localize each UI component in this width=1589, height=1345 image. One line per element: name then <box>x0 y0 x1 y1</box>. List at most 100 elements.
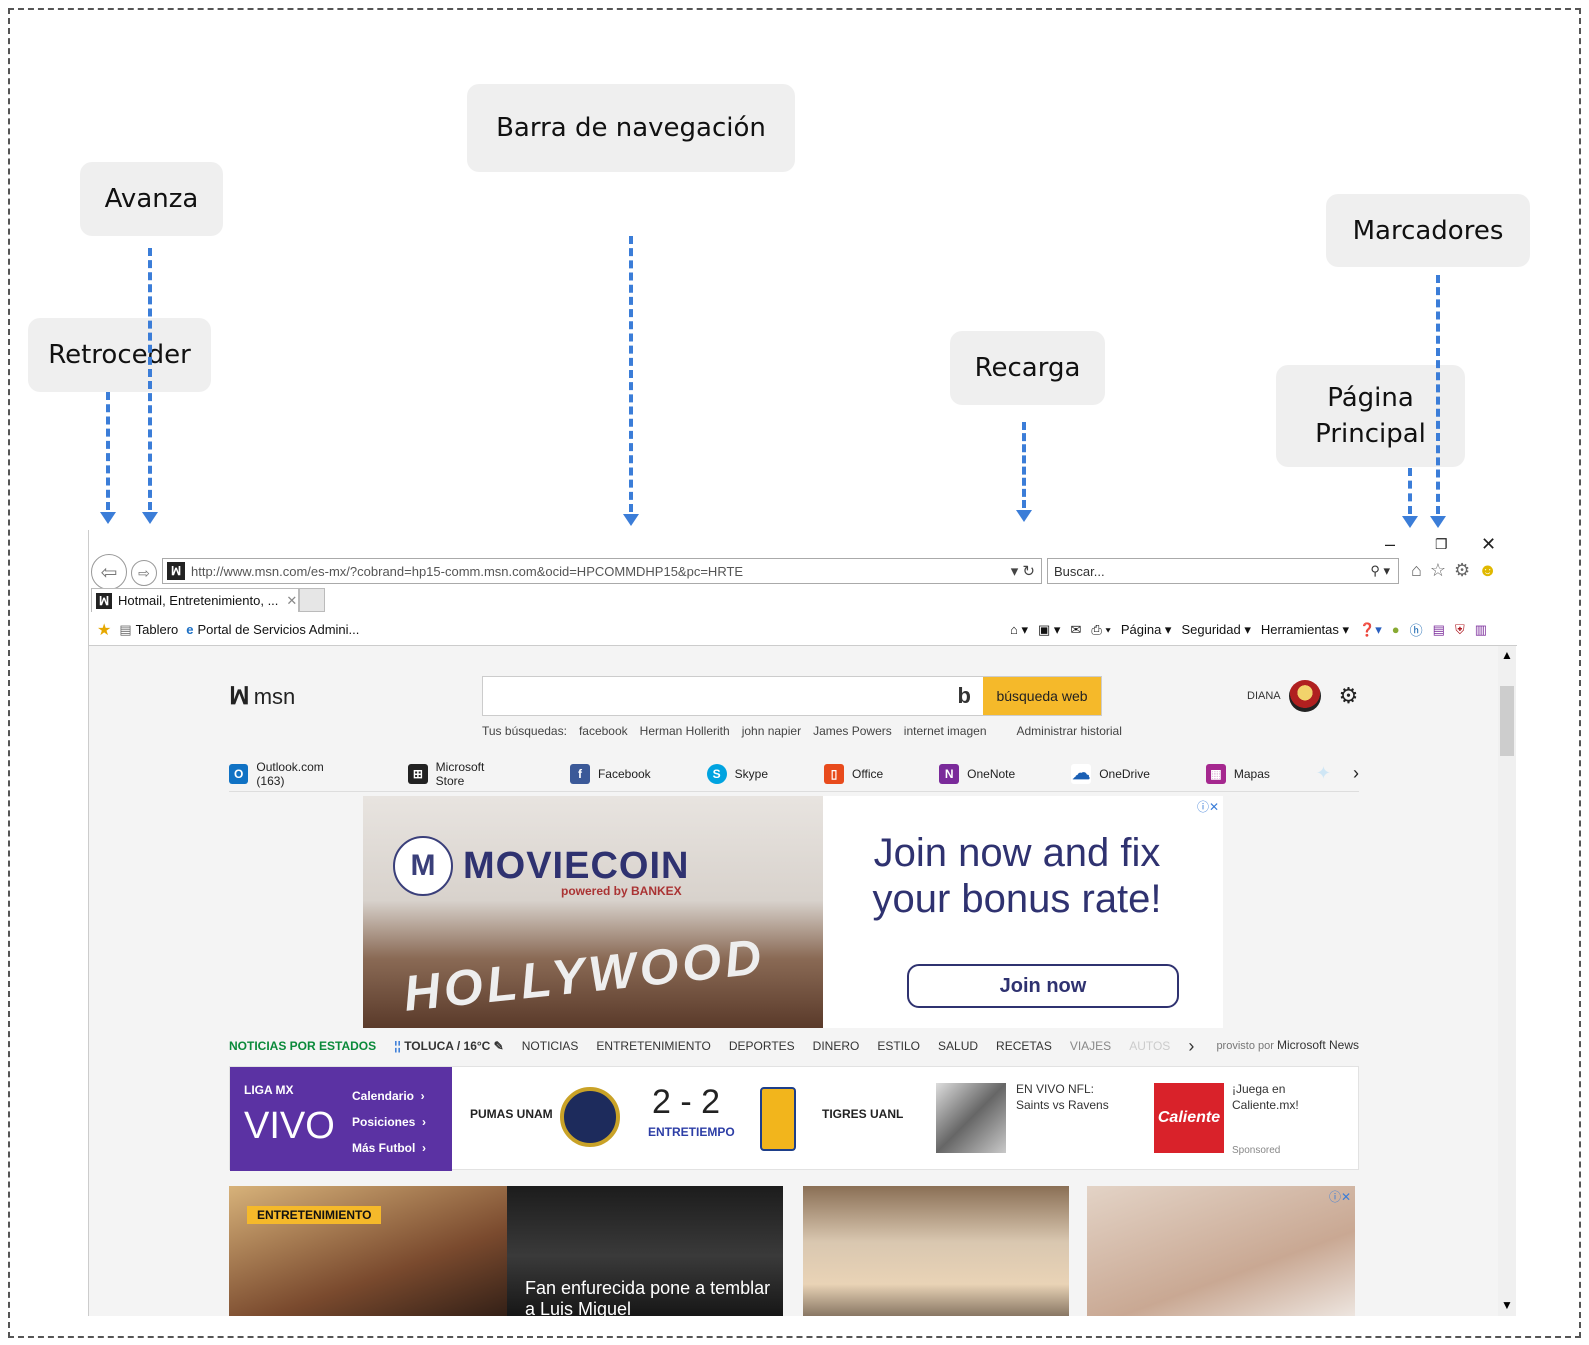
menu-herramientas[interactable]: Herramientas ▾ <box>1261 622 1349 638</box>
news-cards: ENTRETENIMIENTO Fan enfurecida pone a te… <box>229 1186 1359 1316</box>
web-search-button[interactable]: búsqueda web <box>983 677 1101 715</box>
quicklink-office[interactable]: ▯ Office <box>824 763 883 784</box>
hp-icon[interactable]: ⓗ <box>1410 620 1423 639</box>
favorites-star-icon[interactable]: ★ <box>97 620 111 640</box>
address-bar[interactable]: ꟽ http://www.msn.com/es-mx/?cobrand=hp15… <box>162 558 1042 584</box>
quicklink-onenote[interactable]: N OneNote <box>939 763 1015 784</box>
menu-seguridad[interactable]: Seguridad ▾ <box>1181 622 1250 638</box>
link-posiciones[interactable]: Posiciones › <box>352 1109 426 1135</box>
msn-search-input[interactable]: b búsqueda web <box>482 676 1102 716</box>
moviecoin-logo-icon: M <box>393 836 453 896</box>
recent-item[interactable]: john napier <box>742 724 801 738</box>
link-calendario[interactable]: Calendario › <box>352 1083 426 1109</box>
quicklink-mapas[interactable]: ▦ Mapas <box>1205 763 1270 784</box>
quicklink-facebook[interactable]: f Facebook <box>569 763 651 784</box>
scroll-thumb[interactable] <box>1500 686 1514 756</box>
scroll-up-icon[interactable]: ▲ <box>1501 648 1513 662</box>
league-links: Calendario › Posiciones › Más Futbol › <box>352 1083 426 1161</box>
recent-label: Tus búsquedas: <box>482 724 567 738</box>
nav-salud[interactable]: SALUD <box>938 1039 978 1053</box>
nav-autos[interactable]: AUTOS <box>1129 1039 1170 1053</box>
card-ad-headband[interactable]: ⓘ✕ <box>1087 1186 1355 1316</box>
arrow-recarga <box>1022 422 1026 508</box>
recent-item[interactable]: James Powers <box>813 724 892 738</box>
nav-noticias[interactable]: NOTICIAS <box>522 1039 579 1053</box>
nav-entretenimiento[interactable]: ENTRETENIMIENTO <box>596 1039 710 1053</box>
nfl-link[interactable]: EN VIVO NFL: Saints vs Ravens <box>1016 1081 1126 1113</box>
recent-item[interactable]: facebook <box>579 724 628 738</box>
liga-mx-panel[interactable]: LIGA MX VIVO Calendario › Posiciones › M… <box>230 1067 452 1171</box>
chevron-right-icon[interactable]: › <box>1353 763 1359 784</box>
quicklink-skype[interactable]: S Skype <box>706 763 768 784</box>
card-blonde[interactable] <box>803 1186 1069 1316</box>
card-ad-close-icon[interactable]: ⓘ✕ <box>1329 1188 1351 1205</box>
mail-icon[interactable]: ✉ <box>1070 622 1081 638</box>
menu-pagina[interactable]: Página ▾ <box>1121 622 1172 638</box>
onenote-icon[interactable]: ▤ <box>1433 622 1445 638</box>
match-score[interactable]: 2 - 2 <box>652 1083 720 1122</box>
twitter-icon[interactable]: ✦ <box>1316 763 1331 784</box>
onenote-linked-icon[interactable]: ▥ <box>1475 622 1487 638</box>
star-icon[interactable]: ☆ <box>1430 560 1446 581</box>
msn-logo[interactable]: ꟽ msn <box>229 682 295 711</box>
moviecoin-text: MOVIECOIN <box>463 844 690 887</box>
recent-item[interactable]: Herman Hollerith <box>640 724 730 738</box>
recent-item[interactable]: internet imagen <box>904 724 987 738</box>
caliente-promo[interactable]: ¡Juega en Caliente.mx! <box>1232 1081 1322 1113</box>
nav-recetas[interactable]: RECETAS <box>996 1039 1052 1053</box>
caliente-logo[interactable]: Caliente <box>1154 1083 1224 1153</box>
addon-icon[interactable]: ● <box>1392 622 1400 637</box>
league-name: LIGA MX <box>244 1083 294 1097</box>
search-icon[interactable]: ⚲ ▾ <box>1370 563 1390 579</box>
quicklink-outlook[interactable]: O Outlook.com (163) <box>229 760 352 788</box>
quicklink-store[interactable]: ⊞ Microsoft Store <box>408 760 514 788</box>
card-entretenimiento[interactable]: ENTRETENIMIENTO <box>229 1186 507 1316</box>
smiley-icon[interactable]: ☻ <box>1478 560 1497 581</box>
quicklink-onedrive[interactable]: ☁ OneDrive <box>1071 763 1150 784</box>
feed-icon[interactable]: ▣ ▾ <box>1038 622 1060 638</box>
user-area[interactable]: DIANA ⚙ <box>1247 680 1358 712</box>
settings-gear-icon[interactable]: ⚙ <box>1339 683 1359 709</box>
search-box[interactable]: Buscar... ⚲ ▾ <box>1047 558 1399 584</box>
butterfly-icon: ꟽ <box>229 683 250 710</box>
vertical-scrollbar[interactable]: ▲ ▼ <box>1498 646 1516 1316</box>
tab-close-icon[interactable]: ✕ <box>286 593 297 609</box>
gear-icon[interactable]: ⚙ <box>1454 560 1470 581</box>
join-now-button[interactable]: Join now <box>907 964 1179 1008</box>
avatar[interactable] <box>1288 680 1321 712</box>
print-icon[interactable]: ⎙ ▾ <box>1091 622 1110 638</box>
news-chevron-icon[interactable]: › <box>1188 1036 1194 1057</box>
link-mas-futbol[interactable]: Más Futbol › <box>352 1135 426 1161</box>
home-icon[interactable]: ⌂ <box>1411 560 1422 581</box>
refresh-icon[interactable]: ▾ ↻ <box>1011 562 1035 580</box>
nav-estilo[interactable]: ESTILO <box>877 1039 920 1053</box>
nav-dinero[interactable]: DINERO <box>813 1039 860 1053</box>
favorite-item[interactable]: e Portal de Servicios Admini... <box>186 622 359 637</box>
ad-banner[interactable]: M MOVIECOIN powered by BANKEX HOLLYWOOD … <box>363 796 1223 1028</box>
recent-searches: Tus búsquedas: facebook Herman Hollerith… <box>482 724 1122 738</box>
ad-close-icon[interactable]: ⓘ✕ <box>1197 798 1219 815</box>
away-team[interactable]: TIGRES UANL <box>822 1107 903 1121</box>
nav-viajes[interactable]: VIAJES <box>1070 1039 1111 1053</box>
help-icon[interactable]: ❓▾ <box>1359 622 1382 638</box>
tab-msn[interactable]: ꟽ Hotmail, Entretenimiento, ... ✕ <box>91 588 299 612</box>
favorite-label: Portal de Servicios Admini... <box>197 622 360 637</box>
arrow-barra <box>629 236 633 512</box>
nav-deportes[interactable]: DEPORTES <box>729 1039 795 1053</box>
shield-icon[interactable]: ⛨ <box>1455 622 1465 638</box>
back-button[interactable]: ⇦ <box>91 554 127 590</box>
nfl-thumbnail[interactable] <box>936 1083 1006 1153</box>
manage-history-link[interactable]: Administrar historial <box>1017 724 1122 738</box>
weather[interactable]: ¦¦ TOLUCA / 16°C ✎ <box>394 1039 504 1053</box>
new-tab-button[interactable] <box>299 588 325 612</box>
restore-icon[interactable]: ❐ <box>1435 536 1448 553</box>
sponsored-label: Sponsored <box>1232 1145 1281 1156</box>
callout-marcadores: Marcadores <box>1326 194 1530 267</box>
favorite-item[interactable]: ▤ Tablero <box>119 622 178 638</box>
news-states[interactable]: NOTICIAS POR ESTADOS <box>229 1039 376 1053</box>
forward-button[interactable]: ⇨ <box>131 560 157 586</box>
scroll-down-icon[interactable]: ▼ <box>1501 1298 1513 1312</box>
home-cmd-icon[interactable]: ⌂ ▾ <box>1010 622 1028 638</box>
home-team[interactable]: PUMAS UNAM <box>470 1107 553 1121</box>
card-luis-miguel[interactable]: Fan enfurecida pone a temblar a Luis Mig… <box>507 1186 783 1316</box>
